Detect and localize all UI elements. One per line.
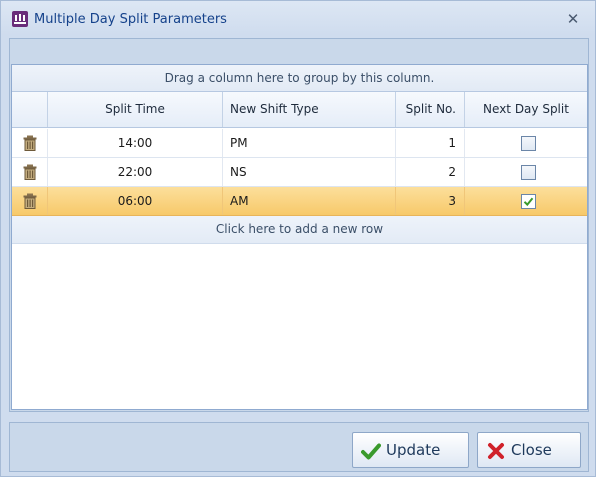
- cell-split-time[interactable]: 06:00: [48, 187, 223, 215]
- app-logo-icon: [12, 11, 28, 27]
- cell-next-day-split: [465, 187, 587, 215]
- close-button[interactable]: Close: [477, 432, 581, 468]
- cell-split-no[interactable]: 3: [396, 187, 465, 215]
- table-row[interactable]: 22:00 NS 2: [12, 158, 587, 187]
- checkmark-icon: [361, 443, 381, 460]
- close-icon[interactable]: ✕: [561, 9, 585, 29]
- row-delete-cell: [12, 158, 48, 186]
- table-row-selected[interactable]: 06:00 AM 3: [12, 187, 587, 216]
- split-parameters-grid: Drag a column here to group by this colu…: [11, 64, 588, 410]
- cell-shift-type[interactable]: PM: [223, 129, 396, 157]
- close-button-label: Close: [511, 441, 552, 459]
- next-day-split-checkbox[interactable]: [521, 165, 536, 180]
- cell-split-no[interactable]: 2: [396, 158, 465, 186]
- column-header-split-time[interactable]: Split Time: [48, 92, 223, 127]
- row-delete-cell: [12, 129, 48, 157]
- dialog-title: Multiple Day Split Parameters: [34, 12, 227, 27]
- cell-next-day-split: [465, 158, 587, 186]
- row-delete-cell: [12, 187, 48, 215]
- cell-next-day-split: [465, 129, 587, 157]
- cell-split-time[interactable]: 22:00: [48, 158, 223, 186]
- cell-shift-type[interactable]: NS: [223, 158, 396, 186]
- add-new-row[interactable]: Click here to add a new row: [12, 216, 587, 244]
- column-header-split-no[interactable]: Split No.: [396, 92, 465, 127]
- header-indicator-column: [12, 92, 48, 127]
- update-button-label: Update: [386, 441, 441, 459]
- next-day-split-checkbox[interactable]: [521, 136, 536, 151]
- cell-split-time[interactable]: 14:00: [48, 129, 223, 157]
- cell-split-no[interactable]: 1: [396, 129, 465, 157]
- button-panel: Update Close: [9, 422, 589, 472]
- trash-icon[interactable]: [23, 135, 37, 151]
- checkmark-icon: [523, 197, 534, 207]
- group-by-panel[interactable]: Drag a column here to group by this colu…: [12, 65, 587, 92]
- column-header-next-day-split[interactable]: Next Day Split: [465, 92, 587, 127]
- grid-header: Split Time New Shift Type Split No. Next…: [12, 92, 587, 128]
- title-bar[interactable]: Multiple Day Split Parameters ✕: [1, 1, 595, 35]
- red-x-icon: [488, 443, 504, 459]
- trash-icon[interactable]: [23, 193, 37, 209]
- cell-shift-type[interactable]: AM: [223, 187, 396, 215]
- column-header-new-shift-type[interactable]: New Shift Type: [223, 92, 396, 127]
- table-row[interactable]: 14:00 PM 1: [12, 129, 587, 158]
- next-day-split-checkbox-checked[interactable]: [521, 194, 536, 209]
- dialog-window: Multiple Day Split Parameters ✕ Drag a c…: [0, 0, 596, 477]
- update-button[interactable]: Update: [352, 432, 469, 468]
- trash-icon[interactable]: [23, 164, 37, 180]
